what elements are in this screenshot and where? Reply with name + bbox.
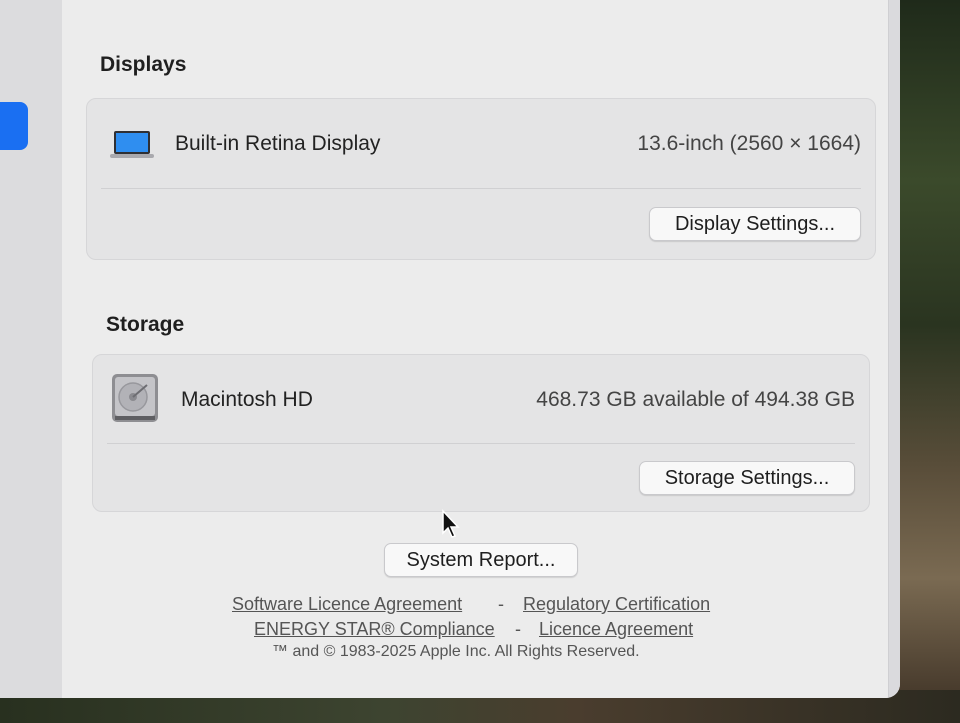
sidebar-selected-item[interactable] xyxy=(0,102,28,150)
about-pane: Displays Built-in Retina Display 13.6-in… xyxy=(62,0,888,698)
storage-settings-button[interactable]: Storage Settings... xyxy=(639,461,855,495)
mouse-cursor-icon xyxy=(441,509,461,544)
regulatory-certification-link[interactable]: Regulatory Certification xyxy=(523,594,710,615)
hard-drive-icon xyxy=(111,373,159,428)
storage-name: Macintosh HD xyxy=(181,388,313,411)
energy-star-link[interactable]: ENERGY STAR® Compliance xyxy=(254,619,495,640)
copyright-text: ™ and © 1983-2025 Apple Inc. All Rights … xyxy=(272,643,640,660)
system-report-button[interactable]: System Report... xyxy=(384,543,578,577)
display-detail: 13.6-inch (2560 × 1664) xyxy=(637,132,861,155)
displays-divider xyxy=(101,188,861,189)
displays-group: Built-in Retina Display 13.6-inch (2560 … xyxy=(86,98,876,260)
storage-detail: 468.73 GB available of 494.38 GB xyxy=(536,388,855,411)
storage-divider xyxy=(107,443,855,444)
display-settings-button[interactable]: Display Settings... xyxy=(649,207,861,241)
footer-separator: - xyxy=(515,619,521,639)
storage-heading: Storage xyxy=(106,313,185,336)
sidebar xyxy=(0,0,63,698)
storage-group: Macintosh HD 468.73 GB available of 494.… xyxy=(92,354,870,512)
licence-agreement-link[interactable]: Licence Agreement xyxy=(539,619,693,640)
window-edge xyxy=(888,0,900,698)
displays-heading: Displays xyxy=(100,53,187,76)
background-scenery xyxy=(898,0,960,723)
laptop-display-icon xyxy=(109,129,155,166)
software-licence-link[interactable]: Software Licence Agreement xyxy=(232,594,462,615)
footer-separator: - xyxy=(498,594,504,614)
display-name: Built-in Retina Display xyxy=(175,132,381,155)
laptop-screen: Displays Built-in Retina Display 13.6-in… xyxy=(0,0,900,698)
